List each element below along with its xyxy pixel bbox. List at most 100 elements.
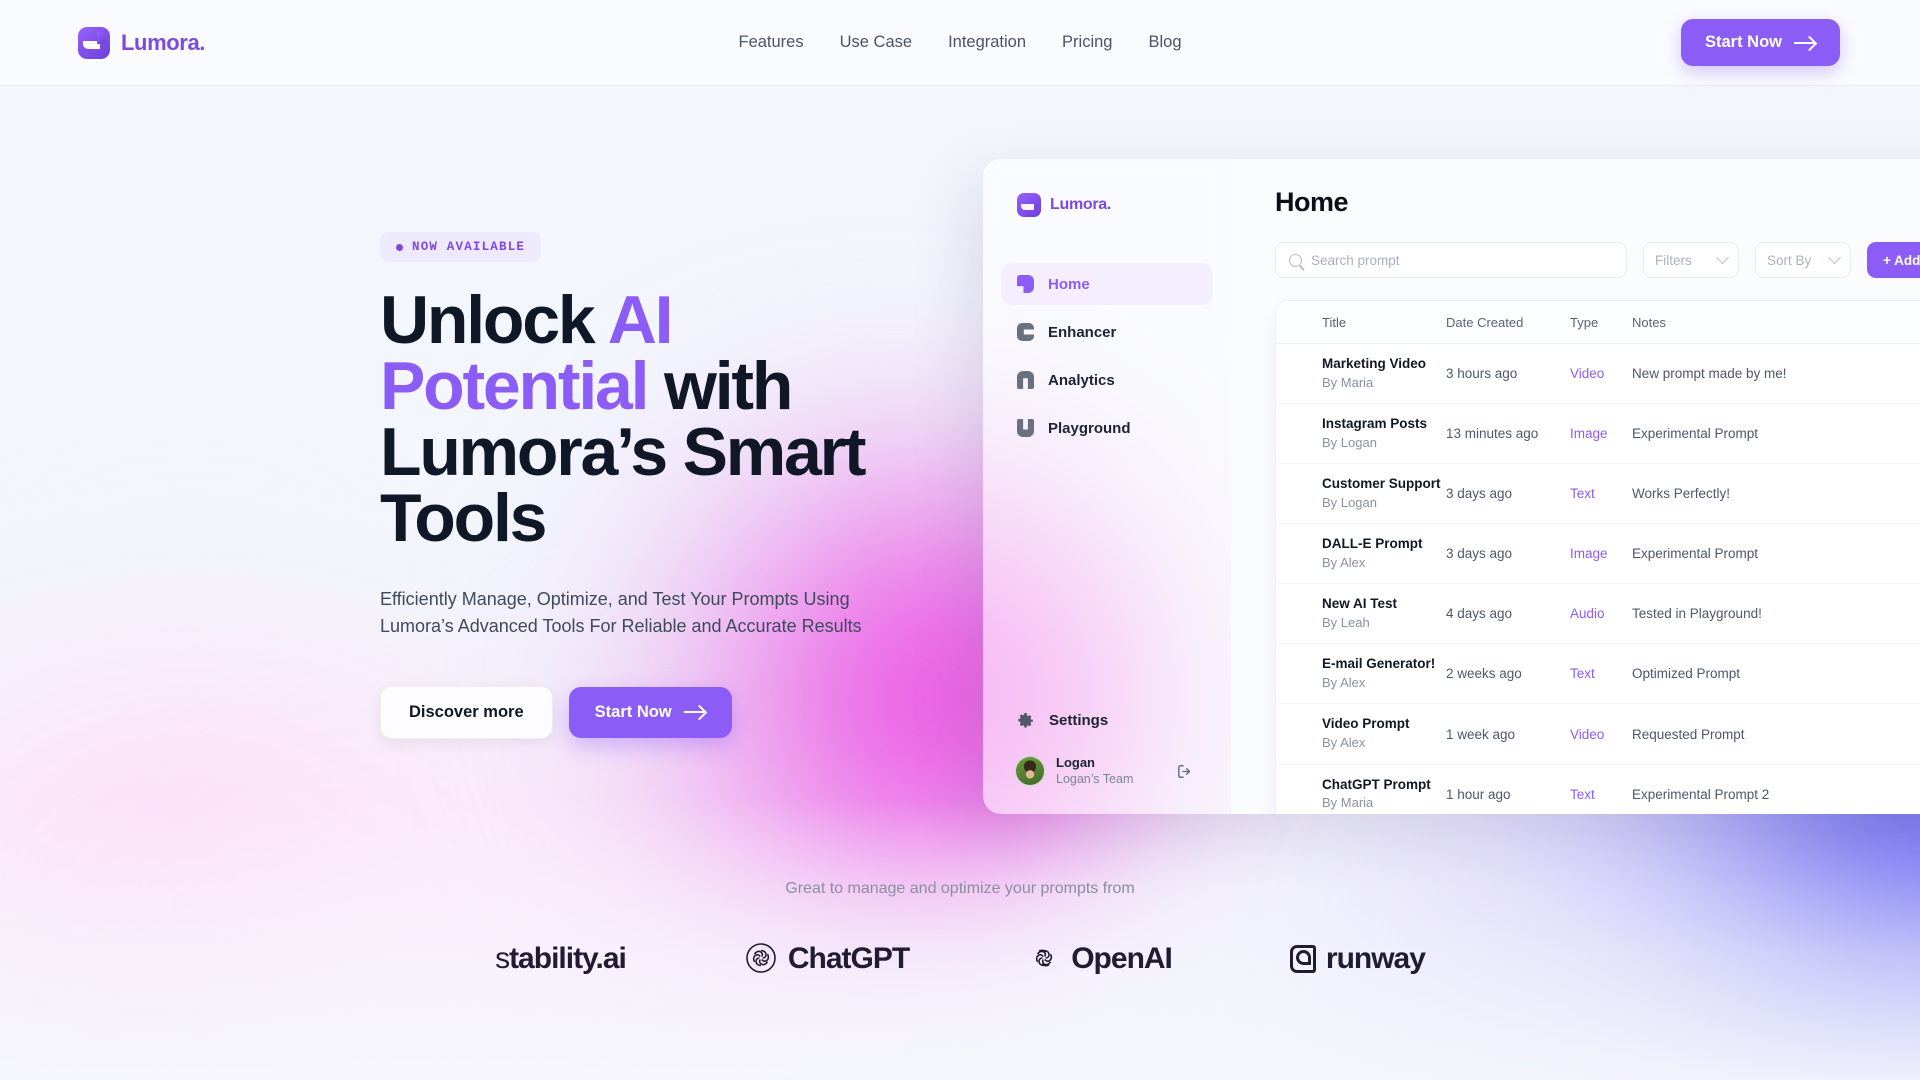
page-title: Home [1275,187,1349,217]
prompt-title: Instagram Posts [1322,416,1428,432]
chevron-down-icon [1828,250,1841,264]
table-row[interactable]: DALL-E Prompt By Alex 3 days ago Image E… [1276,524,1920,585]
prompt-title: Video Prompt [1322,716,1410,732]
cell-title: DALL-E Prompt By Alex [1322,535,1446,572]
cell-date: 1 week ago [1446,726,1516,742]
logout-icon[interactable] [1176,763,1193,779]
hero-heading-part-1: Unlock [380,282,608,358]
hero-cta-label: Start Now [594,702,672,721]
cell-date: 13 minutes ago [1446,426,1539,442]
table-row[interactable]: E-mail Generator! By Alex 2 weeks ago Te… [1276,644,1920,705]
prompt-title: DALL-E Prompt [1322,536,1423,552]
cell-date: 1 hour ago [1446,786,1511,802]
lumora-logo-icon [1017,193,1041,217]
prompt-author: By Leah [1322,615,1370,631]
table-header: Title Date Created Type Notes [1276,301,1920,344]
nav-item-features[interactable]: Features [738,33,803,52]
sidebar-item-home[interactable]: Home [1001,263,1213,305]
sort-label: Sort By [1767,252,1812,268]
search-icon [1289,253,1302,267]
runway-mark-icon [1289,945,1316,973]
runway-logo: runway [1289,942,1426,976]
app-sidebar: Lumora. Home Enhancer Analytics Playgrou… [983,159,1231,814]
prompt-author: By Alex [1322,555,1366,571]
table-row[interactable]: New AI Test By Leah 4 days ago Audio Tes… [1276,584,1920,645]
playground-icon [1017,419,1034,437]
table-row[interactable]: ChatGPT Prompt By Maria 1 hour ago Text … [1276,765,1920,814]
prompt-author: By Maria [1322,795,1374,811]
stability-logo-text: tability.ai [509,942,627,975]
partner-logos: stability.ai ChatGPT OpenAI runway [0,942,1920,976]
cell-notes: New prompt made by me! [1632,366,1787,382]
cell-title: Marketing Video By Maria [1322,355,1446,392]
nav-item-integration[interactable]: Integration [948,33,1026,52]
sidebar-item-analytics[interactable]: Analytics [1001,359,1213,401]
badge-dot-icon [396,243,403,251]
filters-dropdown[interactable]: Filters [1643,242,1739,278]
lumora-logo-icon [78,26,110,59]
discover-more-button[interactable]: Discover more [380,685,553,739]
table-row[interactable]: Customer Support By Logan 3 days ago Tex… [1276,464,1920,525]
table-row[interactable]: Instagram Posts By Logan 13 minutes ago … [1276,404,1920,465]
nav-item-blog[interactable]: Blog [1148,33,1181,52]
openai-spiral-icon [1027,942,1061,976]
arrow-right-icon [683,705,706,719]
sidebar-item-playground[interactable]: Playground [1001,407,1213,449]
header-start-now-button[interactable]: Start Now [1680,19,1840,66]
app-toolbar: Search prompt Filters Sort By + Add [1275,242,1920,278]
cell-title: Video Prompt By Alex [1322,715,1446,752]
sidebar-item-enhancer[interactable]: Enhancer [1001,311,1213,353]
sort-by-dropdown[interactable]: Sort By [1755,242,1851,278]
add-prompt-button[interactable]: + Add [1867,242,1920,278]
app-preview: Lumora. Home Enhancer Analytics Playgrou… [983,159,1920,814]
brand-name: Lumora. [121,29,205,55]
prompt-author: By Maria [1322,374,1374,390]
cell-type: Video [1570,366,1605,382]
openai-logo: OpenAI [1027,942,1173,976]
sidebar-item-settings[interactable]: Settings [1001,702,1213,740]
hero-heading-part-4: Tools [380,479,547,556]
prompt-title: Customer Support [1322,476,1441,492]
sidebar-item-label: Home [1048,275,1090,293]
prompt-author: By Logan [1322,434,1377,450]
prompt-author: By Alex [1322,675,1366,691]
analytics-icon [1017,371,1034,389]
main-nav: Features Use Case Integration Pricing Bl… [738,33,1181,52]
table-row[interactable]: Marketing Video By Maria 3 hours ago Vid… [1276,344,1920,405]
partners-section: Great to manage and optimize your prompt… [0,880,1920,976]
site-header: Lumora. Features Use Case Integration Pr… [0,0,1920,86]
chatgpt-logo: ChatGPT [744,942,910,976]
home-icon [1017,275,1034,293]
sidebar-item-label: Playground [1048,419,1131,437]
user-name: Logan [1056,754,1095,770]
avatar [1015,755,1045,786]
brand-logo[interactable]: Lumora. [78,26,205,59]
hero-heading-accent-ai: AI [607,282,674,358]
hero-start-now-button[interactable]: Start Now [568,686,732,738]
sidebar-item-label: Analytics [1048,371,1115,389]
hero-heading-accent-potential: Potential [380,347,650,424]
header-cta-label: Start Now [1704,33,1782,51]
column-header-title: Title [1322,315,1347,330]
app-brand-logo[interactable]: Lumora. [1017,193,1213,217]
stability-logo-prefix: s [495,942,510,975]
cell-notes: Experimental Prompt 2 [1632,786,1770,802]
app-sidebar-nav: Home Enhancer Analytics Playground [1001,263,1213,449]
prompt-title: ChatGPT Prompt [1322,776,1431,792]
column-header-type: Type [1570,315,1599,330]
badge-label: NOW AVAILABLE [412,240,526,254]
hero-content: NOW AVAILABLE Unlock AI Potential with L… [380,232,940,739]
sidebar-user-profile[interactable]: Logan Logan’s Team [1001,740,1213,792]
cell-notes: Tested in Playground! [1632,606,1762,622]
cell-notes: Works Perfectly! [1632,486,1731,502]
cell-notes: Requested Prompt [1632,726,1745,742]
search-input[interactable]: Search prompt [1275,242,1627,278]
nav-item-use-case[interactable]: Use Case [840,33,912,52]
cell-title: ChatGPT Prompt By Maria [1322,776,1446,813]
nav-item-pricing[interactable]: Pricing [1062,33,1112,52]
table-row[interactable]: Video Prompt By Alex 1 week ago Video Re… [1276,704,1920,765]
cell-notes: Experimental Prompt [1632,426,1759,442]
sidebar-item-label: Enhancer [1048,323,1117,341]
hero-heading-part-3: Lumora’s Smart [380,413,867,490]
